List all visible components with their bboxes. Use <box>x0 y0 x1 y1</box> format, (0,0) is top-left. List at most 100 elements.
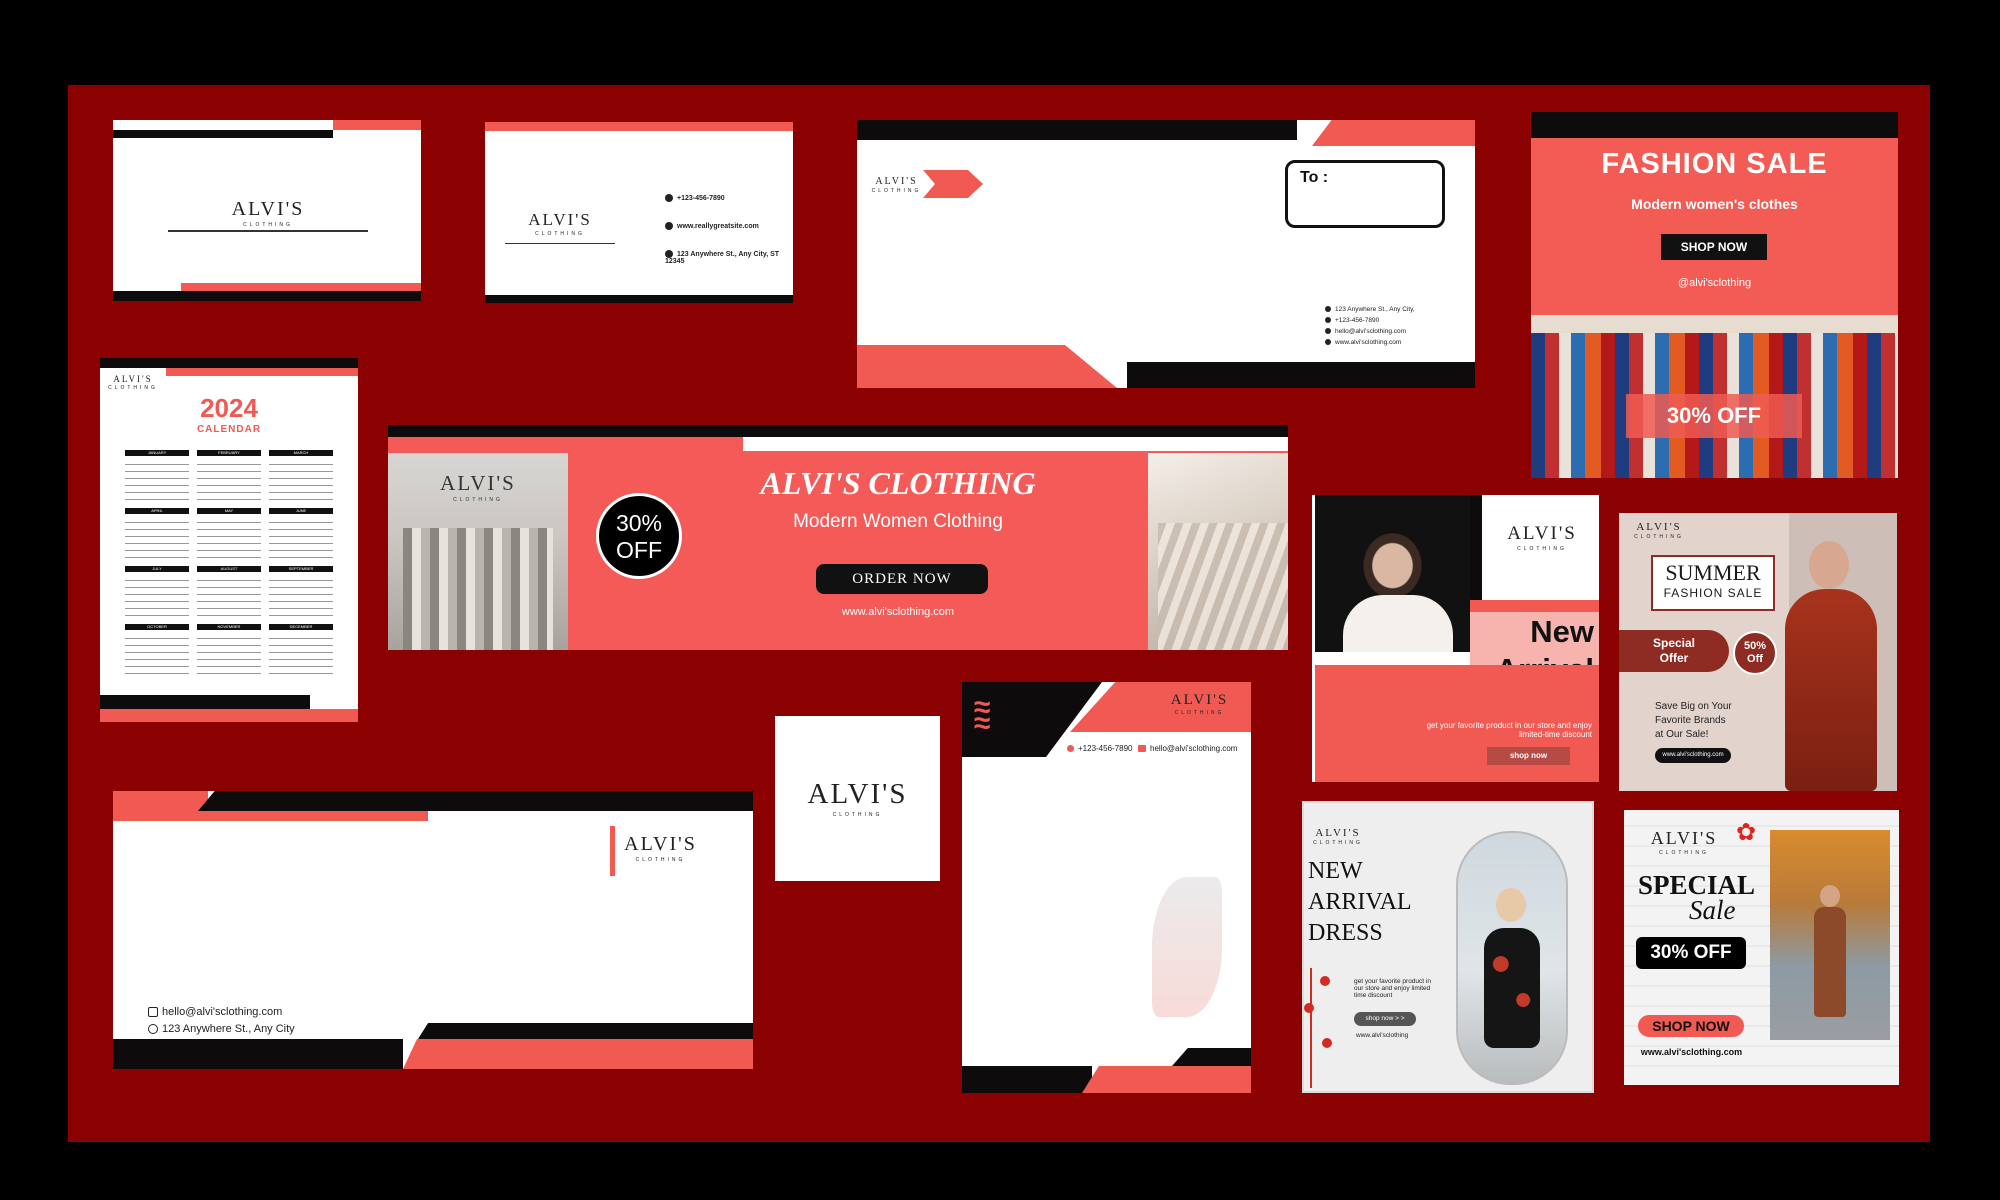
offer-label: 30% OFF <box>1626 394 1802 438</box>
month-days <box>197 632 261 678</box>
shop-now-button[interactable]: SHOP NOW <box>1638 1015 1744 1037</box>
model-photo <box>1769 533 1897 791</box>
special-sale-post[interactable]: ALVI'S CLOTHING ✿ SPECIAL Sale 30% OFF SH… <box>1624 810 1899 1085</box>
summer-fashion-post[interactable]: ALVI'S CLOTHING SUMMER FASHION SALE Speci… <box>1619 513 1897 791</box>
offer-label: Offer <box>1659 651 1689 665</box>
dark-stripe <box>485 295 793 303</box>
dark-stripe <box>1172 1048 1251 1066</box>
brand-sub: CLOTHING <box>1517 546 1567 552</box>
accent-stripe <box>857 345 1117 388</box>
address-text: 123 Anywhere St., Any City <box>162 1023 295 1035</box>
month-october: OCTOBER <box>125 624 189 678</box>
brand-logo: ALVI'S CLOTHING <box>418 471 538 503</box>
brand-sub: CLOTHING <box>635 857 686 863</box>
letterhead-landscape[interactable]: ALVI'S CLOTHING hello@alvi'sclothing.com … <box>113 791 753 1069</box>
month-march: MARCH <box>269 450 333 504</box>
month-name: DECEMBER <box>269 624 333 630</box>
ribbon-bow-icon: ✿ <box>1736 819 1757 846</box>
model-photo <box>1315 495 1470 652</box>
month-june: JUNE <box>269 508 333 562</box>
model-head <box>1809 541 1849 589</box>
shop-now-button[interactable]: shop now > > <box>1354 1012 1416 1026</box>
shop-now-button[interactable]: SHOP NOW <box>1661 234 1767 260</box>
recipient-box[interactable]: To : <box>1285 160 1445 228</box>
dark-stripe <box>1531 112 1898 138</box>
brand-logo: ALVI'S CLOTHING <box>1629 521 1689 540</box>
dark-stripe <box>1127 362 1475 388</box>
heading-line-1: New <box>1530 614 1594 649</box>
brand-logo: ALVI'S CLOTHING <box>1162 692 1237 716</box>
phone-text: +123-456-7890 <box>1078 744 1133 753</box>
address-row: 123 Anywhere St., Any City, ST 12345 <box>665 250 785 265</box>
brand-sub: CLOTHING <box>832 812 883 818</box>
accent-stripe <box>403 1039 753 1069</box>
summer-subtitle: FASHION SALE <box>1663 586 1763 600</box>
logo-square[interactable]: ALVI'S CLOTHING <box>775 716 940 881</box>
brand-name: ALVI'S <box>1636 521 1682 533</box>
brand-sub: CLOTHING <box>1313 840 1363 846</box>
month-december: DECEMBER <box>269 624 333 678</box>
order-now-button[interactable]: ORDER NOW <box>816 564 988 594</box>
month-february: FEBRUARY <box>197 450 261 504</box>
phone-text: +123-456-7890 <box>1335 317 1380 324</box>
brand-logo: ALVI'S CLOTHING <box>869 176 924 194</box>
month-days <box>269 574 333 620</box>
brand-name: ALVI'S <box>1170 692 1229 708</box>
model-photo-arch <box>1456 831 1568 1085</box>
model-head <box>1820 885 1840 907</box>
web-banner[interactable]: ALVI'S CLOTHING 30% OFF ALVI'S CLOTHING M… <box>388 425 1288 650</box>
business-card-front[interactable]: ALVI'S CLOTHING <box>113 120 421 301</box>
dark-stripe <box>388 425 1288 437</box>
fashion-sale-post[interactable]: FASHION SALE Modern women's clothes SHOP… <box>1531 112 1898 478</box>
brand-name: ALVI'S <box>624 833 697 855</box>
brand-name: ALVI'S <box>1507 523 1577 544</box>
banner-subtitle: Modern Women Clothing <box>793 511 1003 532</box>
accent-stripe <box>1470 600 1599 612</box>
to-label: To : <box>1300 169 1329 186</box>
month-days <box>125 458 189 504</box>
address-text: 123 Anywhere St., Any City, ST 12345 <box>665 250 780 265</box>
special-offer-pill: Special Offer <box>1619 630 1729 672</box>
brand-logo: ALVI'S CLOTHING <box>505 210 615 237</box>
brand-name: ALVI'S <box>1315 827 1361 839</box>
month-name: MARCH <box>269 450 333 456</box>
dark-stripe <box>198 791 753 811</box>
address-row: 123 Anywhere St., Any City <box>148 1021 295 1038</box>
dark-stripe <box>962 1066 1092 1093</box>
shop-now-button[interactable]: shop now <box>1487 747 1570 765</box>
accent-stripe <box>166 368 358 376</box>
calendar-2024[interactable]: ALVI'S CLOTHING 2024 CALENDAR JANUARY FEB… <box>100 358 358 722</box>
heading-line-3: DRESS <box>1308 920 1383 946</box>
business-card-back[interactable]: ALVI'S CLOTHING +123-456-7890 www.reallyg… <box>485 122 793 303</box>
dark-stripe <box>100 358 358 368</box>
desc-line-2: Favorite Brands <box>1655 715 1726 726</box>
new-arrival-post[interactable]: ALVI'SCLOTHING New Arrival get your favo… <box>1312 495 1599 782</box>
url-button[interactable]: www.alvi'sclothing.com <box>1655 748 1731 763</box>
location-icon <box>665 250 673 258</box>
brand-name: ALVI'S <box>1650 828 1718 848</box>
arrow-shape <box>923 170 983 198</box>
letterhead-portrait[interactable]: ≈ ≈ ALVI'S CLOTHING +123-456-7890 hello@al… <box>962 682 1251 1093</box>
summer-title-box: SUMMER FASHION SALE <box>1651 555 1775 611</box>
heading-line-1: NEW <box>1308 858 1363 884</box>
brand-sub: CLOTHING <box>1659 850 1709 856</box>
envelope[interactable]: ALVI'S CLOTHING To : 123 Anywhere St., An… <box>857 120 1475 388</box>
desc-line-3: at Our Sale! <box>1655 729 1709 740</box>
month-days <box>197 516 261 562</box>
brand-logo: ALVI'S CLOTHING <box>1497 523 1587 552</box>
email-icon <box>1138 745 1146 753</box>
post-url: www.alvi'sclothing.com <box>1640 1047 1743 1057</box>
email-icon <box>148 1007 158 1018</box>
month-november: NOVEMBER <box>197 624 261 678</box>
month-days <box>269 516 333 562</box>
autumn-model-photo <box>1770 830 1890 1040</box>
new-arrival-dress-post[interactable]: ALVI'S CLOTHING NEW ARRIVAL DRESS get you… <box>1302 801 1594 1093</box>
sale-script: Sale <box>1689 895 1736 925</box>
month-name: MAY <box>197 508 261 514</box>
sale-title: FASHION SALE <box>1601 148 1828 180</box>
banner-url[interactable]: www.alvi'sclothing.com <box>688 606 1108 618</box>
red-dress <box>1785 589 1877 791</box>
garments <box>403 528 553 650</box>
month-days <box>125 516 189 562</box>
globe-icon <box>665 222 673 230</box>
